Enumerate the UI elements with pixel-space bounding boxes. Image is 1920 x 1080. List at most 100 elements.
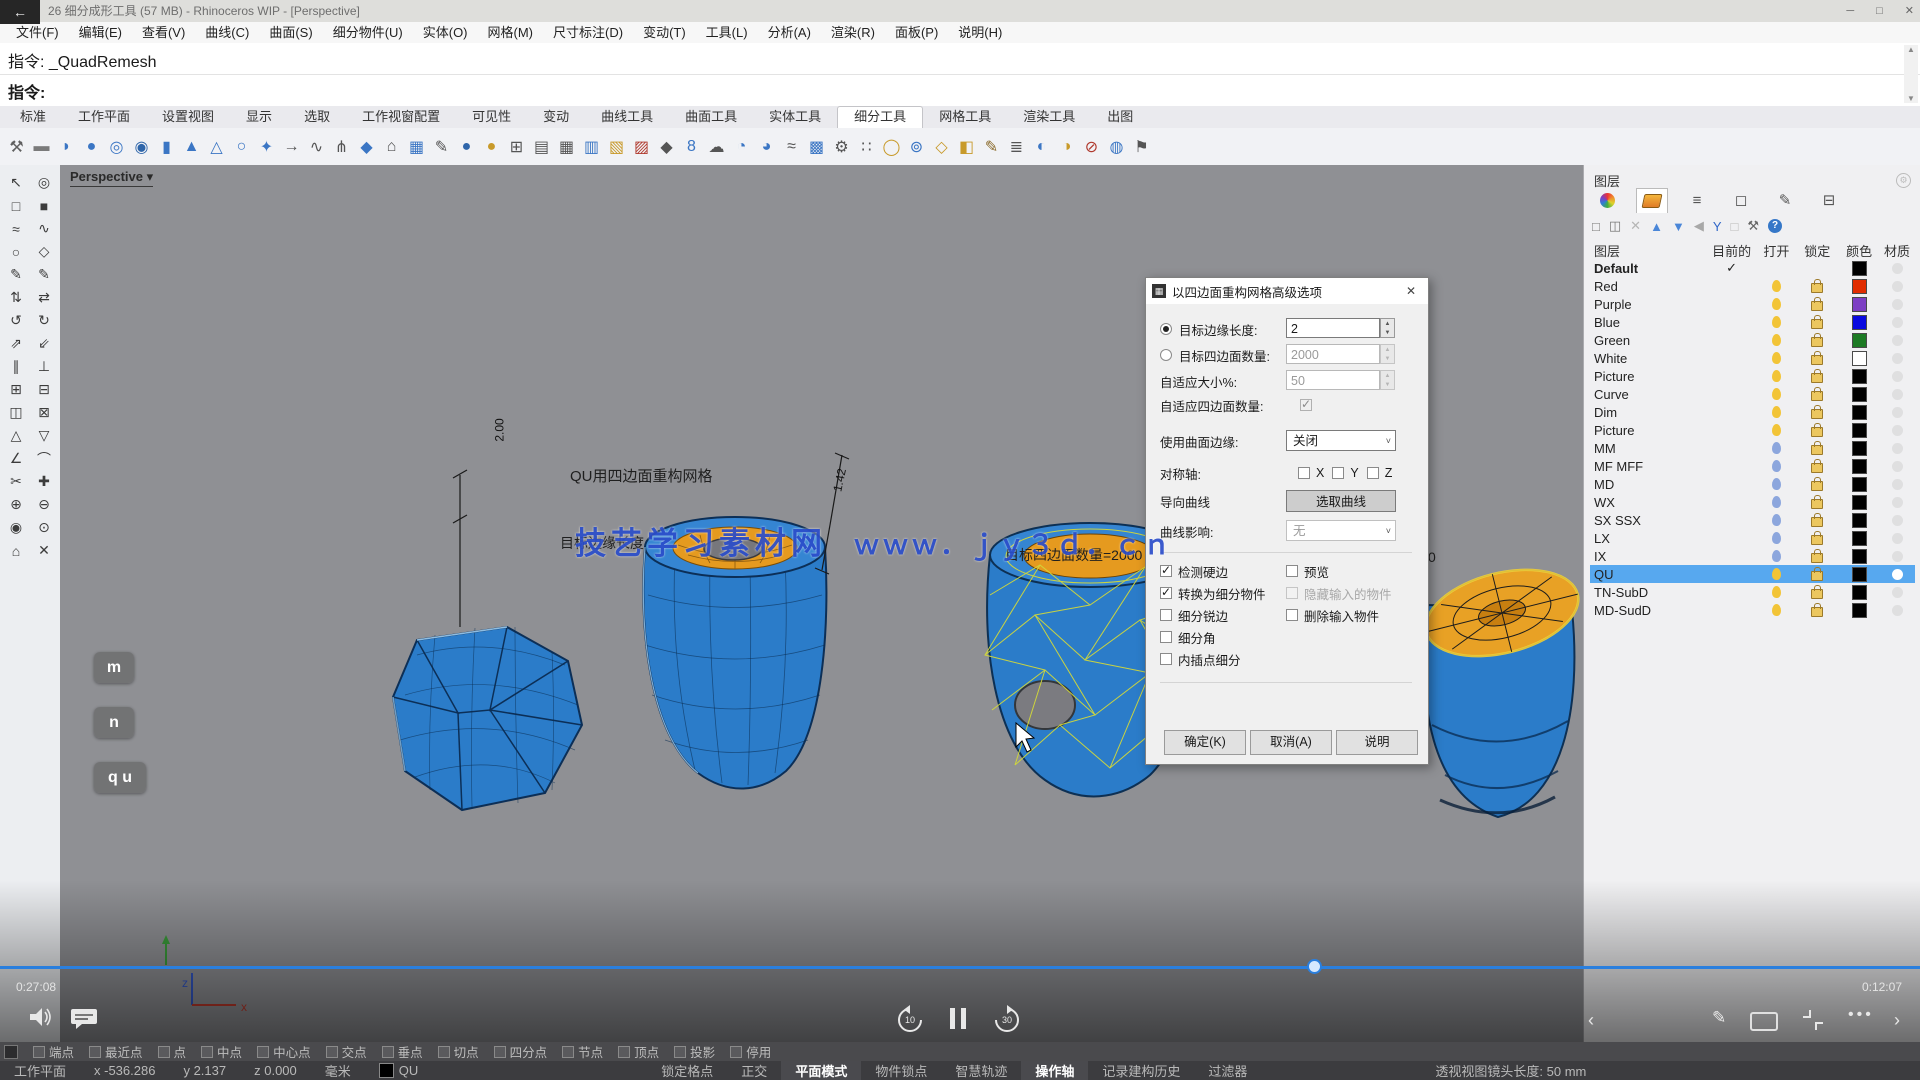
left-tool-icon[interactable]: ⇅ (2, 286, 30, 309)
bulb-icon[interactable] (1772, 280, 1781, 292)
bulb-icon[interactable] (1772, 406, 1781, 418)
volume-icon[interactable] (28, 1006, 52, 1033)
layer-name[interactable]: QU (1590, 567, 1706, 582)
lock-icon[interactable] (1811, 517, 1823, 527)
layer-name[interactable]: White (1590, 351, 1706, 366)
material-icon[interactable] (1892, 299, 1903, 310)
osnap-option[interactable]: 投影 (674, 1042, 715, 1061)
left-tool-icon[interactable]: ✕ (30, 539, 58, 562)
checkbox[interactable] (618, 1046, 630, 1058)
units-label[interactable]: 毫米 (311, 1061, 365, 1080)
osnap-grid-icon[interactable] (4, 1045, 18, 1059)
lock-icon[interactable] (1811, 607, 1823, 617)
menu-item[interactable]: 面板(P) (885, 22, 948, 43)
toolbar-icon[interactable]: ◔ (729, 134, 754, 160)
ok-button[interactable]: 确定(K) (1164, 730, 1246, 755)
checkbox[interactable] (158, 1046, 170, 1058)
viewport-title[interactable]: Perspective ▾ (70, 169, 153, 187)
menu-item[interactable]: 曲面(S) (259, 22, 322, 43)
bulb-icon[interactable] (1772, 532, 1781, 544)
left-tool-icon[interactable]: ✂ (2, 470, 30, 493)
status-toggle[interactable]: 操作轴 (1021, 1061, 1088, 1080)
layer-color-swatch[interactable] (1852, 387, 1867, 402)
menu-item[interactable]: 变动(T) (633, 22, 696, 43)
current-layer-chip[interactable]: QU (365, 1063, 433, 1078)
layer-color-swatch[interactable] (1852, 459, 1867, 474)
layer-name[interactable]: Purple (1590, 297, 1706, 312)
bulb-icon[interactable] (1772, 460, 1781, 472)
toolbar-icon[interactable]: ◗ (54, 134, 79, 160)
layer-color-swatch[interactable] (1852, 567, 1867, 582)
left-tool-icon[interactable]: ⊙ (30, 516, 58, 539)
toolbar-icon[interactable]: ▩ (804, 134, 829, 160)
left-tool-icon[interactable]: ⊕ (2, 493, 30, 516)
osnap-option[interactable]: 交点 (326, 1042, 367, 1061)
left-tool-icon[interactable]: ⌂ (2, 539, 30, 562)
osnap-option[interactable]: 垂点 (382, 1042, 423, 1061)
layer-row[interactable]: Dim (1590, 403, 1915, 421)
toolbar-icon[interactable]: ◧ (954, 134, 979, 160)
layer-name[interactable]: Blue (1590, 315, 1706, 330)
toolbar-tab[interactable]: 渲染工具 (1007, 107, 1091, 128)
layer-name[interactable]: WX (1590, 495, 1706, 510)
select-curve-button[interactable]: 选取曲线 (1286, 490, 1396, 512)
toolbar-icon[interactable]: ∿ (304, 134, 329, 160)
layer-row[interactable]: Blue (1590, 313, 1915, 331)
left-tool-icon[interactable]: ⌒ (30, 447, 58, 470)
minimize-button[interactable]: ─ (1846, 0, 1854, 22)
left-tool-icon[interactable]: ⇙ (30, 332, 58, 355)
layer-row[interactable]: TN-SubD (1590, 583, 1915, 601)
lock-icon[interactable] (1811, 499, 1823, 509)
lock-icon[interactable] (1811, 301, 1823, 311)
menu-item[interactable]: 渲染(R) (821, 22, 885, 43)
bulb-icon[interactable] (1772, 298, 1781, 310)
layer-row[interactable]: MM (1590, 439, 1915, 457)
toolbar-icon[interactable]: ⚙ (829, 134, 854, 160)
layer-name[interactable]: Curve (1590, 387, 1706, 402)
layer-row[interactable]: SX SSX (1590, 511, 1915, 529)
layer-color-swatch[interactable] (1852, 351, 1867, 366)
layer-row[interactable]: Default ✓ (1590, 259, 1915, 277)
menu-item[interactable]: 工具(L) (696, 22, 758, 43)
layer-color-swatch[interactable] (1852, 603, 1867, 618)
lock-icon[interactable] (1811, 535, 1823, 545)
target-edge-input[interactable]: 2 (1286, 318, 1380, 338)
toolbar-tab[interactable]: 实体工具 (753, 107, 837, 128)
lock-icon[interactable] (1811, 589, 1823, 599)
left-tool-icon[interactable]: △ (2, 424, 30, 447)
target-edge-spinner[interactable]: ▲▼ (1380, 318, 1395, 338)
toolbar-icon[interactable]: ⊞ (504, 134, 529, 160)
command-scrollbar[interactable]: ▲ ▼ (1904, 45, 1918, 103)
menu-item[interactable]: 细分物件(U) (323, 22, 413, 43)
material-icon[interactable] (1892, 479, 1903, 490)
layer-tool-icon[interactable]: ◀ (1694, 218, 1704, 234)
bulb-icon[interactable] (1772, 496, 1781, 508)
toolbar-tab[interactable]: 曲面工具 (669, 107, 753, 128)
bulb-icon[interactable] (1772, 550, 1781, 562)
checkbox[interactable] (257, 1046, 269, 1058)
toolbar-icon[interactable]: ▦ (404, 134, 429, 160)
checkbox[interactable] (382, 1046, 394, 1058)
help-button[interactable]: 说明 (1336, 730, 1418, 755)
checkbox[interactable] (494, 1046, 506, 1058)
toolbar-icon[interactable]: ● (479, 134, 504, 160)
dialog-checkbox-option[interactable]: 删除输入物件 (1286, 604, 1392, 626)
toolbar-icon[interactable]: △ (204, 134, 229, 160)
layer-name[interactable]: TN-SubD (1590, 585, 1706, 600)
toolbar-icon[interactable]: ⚑ (1129, 134, 1154, 160)
left-tool-icon[interactable]: ⊖ (30, 493, 58, 516)
material-icon[interactable] (1892, 461, 1903, 472)
material-icon[interactable] (1892, 317, 1903, 328)
material-icon[interactable] (1892, 353, 1903, 364)
toolbar-icon[interactable]: ◇ (929, 134, 954, 160)
gear-icon[interactable]: ⚙ (1896, 173, 1911, 188)
menu-item[interactable]: 分析(A) (758, 22, 821, 43)
toolbar-icon[interactable]: ◆ (654, 134, 679, 160)
display-list-tab[interactable]: ≡ (1682, 188, 1712, 212)
lock-icon[interactable] (1811, 571, 1823, 581)
dialog-checkbox-option[interactable]: 细分锐边 (1160, 604, 1266, 626)
layer-color-swatch[interactable] (1852, 495, 1867, 510)
toolbar-icon[interactable]: ≣ (1004, 134, 1029, 160)
layer-row[interactable]: Green (1590, 331, 1915, 349)
material-icon[interactable] (1892, 281, 1903, 292)
